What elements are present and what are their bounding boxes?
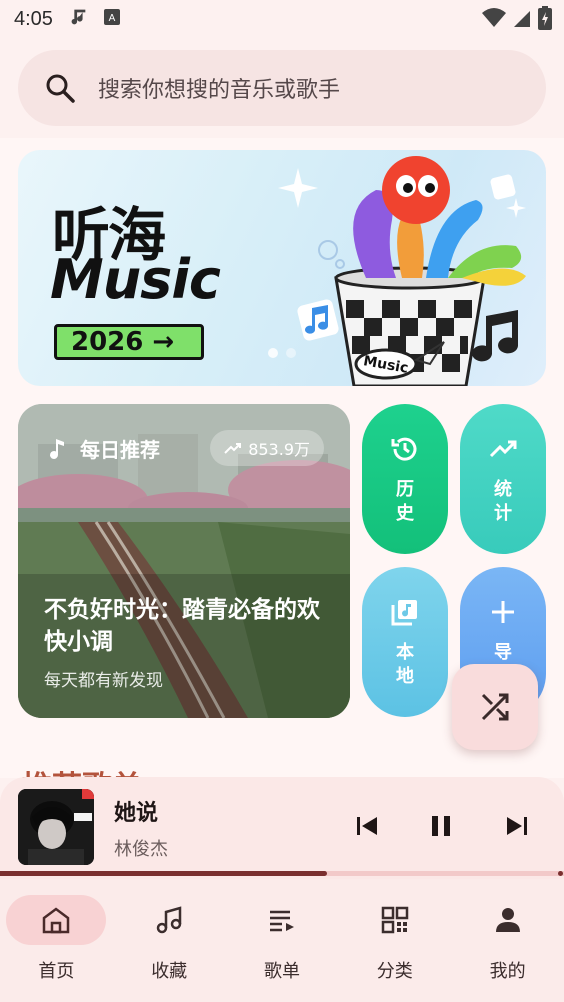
history-label: 历史 (396, 479, 414, 524)
skip-previous-icon[interactable] (352, 811, 382, 841)
daily-title: 不负好时光：踏青必备的欢快小调 (44, 597, 320, 655)
search-placeholder: 搜索你想搜的音乐或歌手 (98, 78, 341, 103)
album-cover (18, 789, 94, 865)
progress-fill (0, 871, 328, 876)
song-title: 她说 (114, 801, 159, 826)
nav-pill-favorites (119, 895, 219, 945)
keyboard-status-icon: A (103, 8, 121, 31)
music-note-status-icon (67, 6, 89, 33)
playlist-icon (269, 910, 294, 932)
status-right (482, 6, 552, 34)
home-icon (43, 907, 70, 934)
pause-icon[interactable] (426, 811, 456, 841)
stats-label: 统计 (494, 479, 512, 524)
nav-item-me[interactable]: 我的 (451, 879, 564, 1002)
mini-player[interactable]: 她说 林俊杰 (0, 777, 564, 879)
status-bar: 4:05 A (0, 0, 564, 38)
nav-label-home: 首页 (38, 961, 75, 982)
nav-item-categories[interactable]: 分类 (338, 879, 451, 1002)
nav-label-playlists: 歌单 (263, 961, 300, 982)
trending-up-icon (489, 440, 517, 458)
nav-item-playlists[interactable]: 歌单 (226, 879, 339, 1002)
banner-title-en: Music (50, 248, 221, 311)
search-bar[interactable]: 搜索你想搜的音乐或歌手 (18, 50, 546, 126)
trending-up-small-icon (224, 443, 242, 454)
banner-illustration: Music (278, 156, 526, 386)
shuffle-fab[interactable] (452, 664, 538, 750)
history-button[interactable]: 历史 (362, 404, 448, 554)
signal-icon (512, 7, 532, 33)
library-music-icon (391, 600, 417, 626)
daily-recommend-card[interactable]: 每日推荐 853.9万 不负好时光：踏青必备的欢快小调 每天都有新发现 (18, 404, 350, 718)
status-time: 4:05 (14, 7, 53, 30)
nav-pill-me (458, 895, 558, 945)
bottom-nav: 首页 收藏 歌单 分类 我的 (0, 879, 564, 1002)
grid-icon (381, 906, 409, 934)
pager-dot-active (268, 348, 278, 358)
person-icon (495, 908, 520, 932)
banner-pager-dots (268, 348, 296, 358)
search-icon (46, 74, 75, 103)
stats-button[interactable]: 统计 (460, 404, 546, 554)
nav-item-favorites[interactable]: 收藏 (113, 879, 226, 1002)
nav-label-favorites: 收藏 (151, 961, 188, 982)
shuffle-icon (481, 693, 509, 721)
nav-item-home[interactable]: 首页 (0, 879, 113, 1002)
play-count: 853.9万 (248, 440, 310, 459)
local-button[interactable]: 本地 (362, 567, 448, 717)
daily-label: 每日推荐 (80, 438, 160, 462)
daily-header: 每日推荐 (46, 434, 160, 463)
promo-banner[interactable]: Music 听海 Music 2026 → (18, 150, 546, 386)
nav-pill-playlists (232, 895, 332, 945)
banner-year-tag: 2026 → (54, 324, 204, 360)
plus-icon (492, 601, 514, 623)
song-artist: 林俊杰 (114, 839, 168, 860)
history-icon (391, 437, 417, 461)
music-note-icon (50, 438, 64, 459)
pager-dot (286, 348, 296, 358)
play-count-badge: 853.9万 (210, 430, 324, 466)
battery-icon (538, 6, 552, 34)
daily-subtitle: 每天都有新发现 (44, 671, 163, 691)
local-label: 本地 (396, 642, 414, 687)
nav-pill-categories (345, 895, 445, 945)
nav-label-me: 我的 (489, 961, 526, 982)
svg-text:A: A (109, 13, 116, 24)
nav-label-categories: 分类 (376, 961, 413, 982)
wifi-icon (482, 7, 506, 33)
nav-pill-home (6, 895, 107, 945)
skip-next-icon[interactable] (502, 811, 532, 841)
progress-end-dot (558, 871, 563, 876)
music-notes-icon (156, 906, 182, 934)
